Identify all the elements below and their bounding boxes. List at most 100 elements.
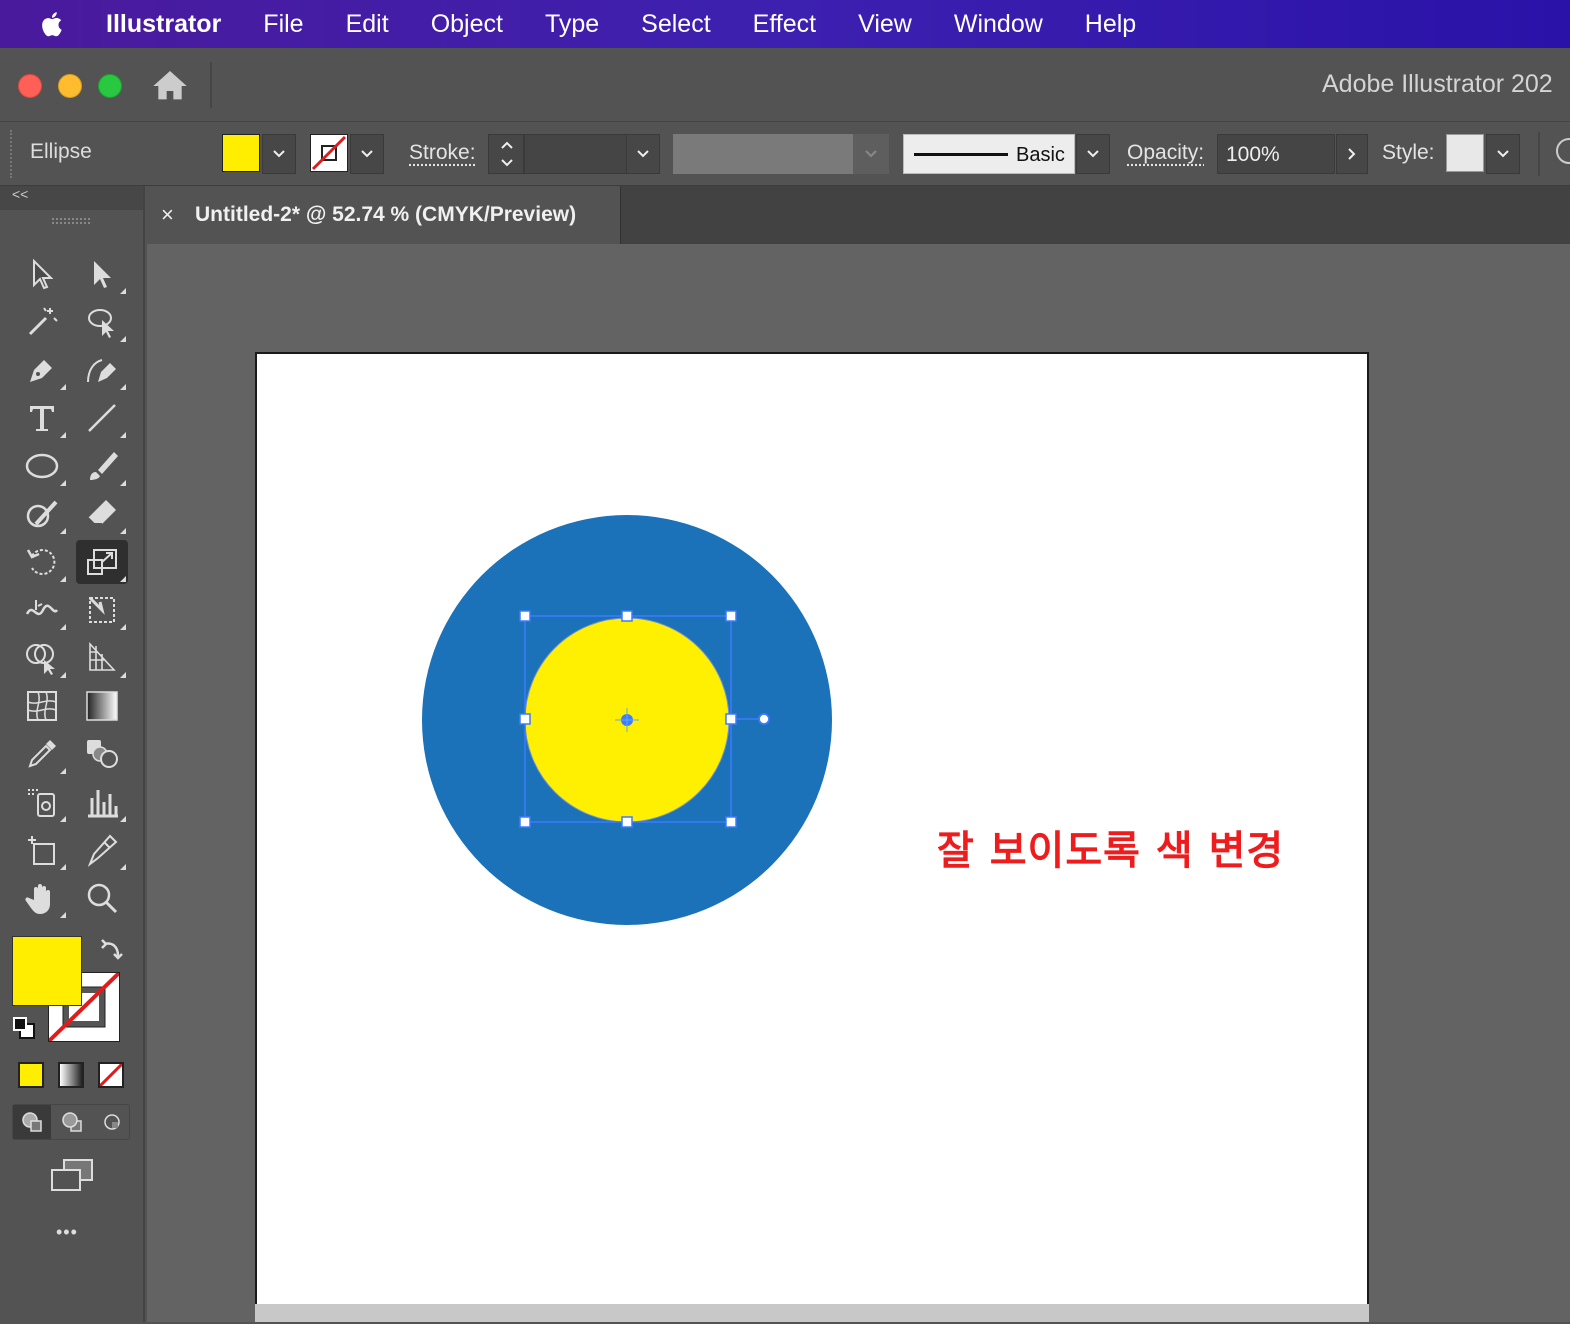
handle-bottom-left[interactable] [520,817,530,827]
hand-tool[interactable] [16,876,68,920]
style-dropdown-button[interactable] [1486,134,1520,174]
width-profile-dropdown[interactable] [853,134,889,174]
collapse-panel-button[interactable]: << [12,186,28,202]
ellipse-tool[interactable] [16,444,68,488]
color-mode-button[interactable] [18,1062,44,1088]
fill-dropdown-button[interactable] [262,134,296,174]
stroke-weight-dropdown[interactable] [626,134,660,174]
graphic-style-swatch[interactable] [1446,134,1484,172]
handle-top-center[interactable] [622,611,632,621]
menu-effect[interactable]: Effect [753,10,816,39]
canvas-area[interactable]: 잘 보이도록 색 변경 [147,244,1570,1322]
menu-edit[interactable]: Edit [346,10,389,39]
scale-tool[interactable] [76,540,128,584]
direct-selection-tool[interactable] [76,252,128,296]
artboard-tool[interactable] [16,828,68,872]
handle-middle-right[interactable] [726,714,736,724]
brush-definition-field[interactable]: Basic [903,134,1075,174]
width-tool-icon [24,592,60,628]
none-mode-button[interactable] [98,1062,124,1088]
brush-dropdown-button[interactable] [1076,134,1110,174]
draw-normal-button[interactable] [13,1105,51,1139]
blend-icon [84,736,120,772]
close-tab-button[interactable]: × [161,202,174,228]
slice-tool[interactable] [76,828,128,872]
pen-tool[interactable] [16,348,68,392]
gradient-mode-button[interactable] [58,1062,84,1088]
menu-object[interactable]: Object [431,10,503,39]
stroke-label[interactable]: Stroke: [409,141,476,165]
tool-group-corner [120,816,126,822]
horizontal-scrollbar[interactable] [255,1304,1369,1322]
mesh-tool[interactable] [16,684,68,728]
magic-wand-tool[interactable] [16,300,68,344]
free-transform-tool[interactable] [76,588,128,632]
perspective-grid-tool[interactable] [76,636,128,680]
draw-inside-button[interactable] [93,1105,129,1139]
tools-panel-header[interactable]: << [0,186,143,210]
tool-group-corner [120,864,126,870]
menu-window[interactable]: Window [954,10,1043,39]
menu-select[interactable]: Select [641,10,710,39]
perspective-grid-icon [84,640,120,676]
menu-help[interactable]: Help [1085,10,1136,39]
swap-fill-stroke-icon[interactable] [100,936,126,962]
home-icon[interactable] [150,66,190,106]
menu-type[interactable]: Type [545,10,599,39]
width-profile-field[interactable] [673,134,853,174]
gradient-tool[interactable] [76,684,128,728]
blend-tool[interactable] [76,732,128,776]
pie-widget-handle[interactable] [759,714,769,724]
apple-icon[interactable] [38,9,68,39]
draw-behind-button[interactable] [53,1105,91,1139]
handle-bottom-center[interactable] [622,817,632,827]
stroke-weight-stepper[interactable] [488,134,524,174]
opacity-input[interactable]: 100% [1217,134,1335,174]
handle-top-right[interactable] [726,611,736,621]
menu-app-name[interactable]: Illustrator [106,10,221,39]
curvature-tool[interactable] [76,348,128,392]
fill-color-box[interactable] [12,936,82,1006]
eyedropper-tool[interactable] [16,732,68,776]
fill-swatch[interactable] [222,134,260,172]
rotate-tool[interactable] [16,540,68,584]
tools-panel-grip[interactable] [52,218,90,224]
minimize-window-button[interactable] [58,74,82,98]
symbol-sprayer-tool[interactable] [16,780,68,824]
artboard[interactable]: 잘 보이도록 색 변경 [255,352,1369,1322]
width-tool[interactable] [16,588,68,632]
column-graph-tool[interactable] [76,780,128,824]
lasso-tool[interactable] [76,300,128,344]
handle-bottom-right[interactable] [726,817,736,827]
stroke-swatch[interactable] [310,134,348,172]
handle-top-left[interactable] [520,611,530,621]
opacity-label[interactable]: Opacity: [1127,141,1204,165]
stroke-weight-input[interactable] [524,134,628,174]
shaper-tool[interactable] [16,492,68,536]
tool-group-corner [60,672,66,678]
edit-toolbar-button[interactable]: ••• [56,1222,78,1243]
handle-middle-left[interactable] [520,714,530,724]
close-window-button[interactable] [18,74,42,98]
line-segment-tool[interactable] [76,396,128,440]
screen-mode-icon[interactable] [50,1158,94,1192]
menu-file[interactable]: File [263,10,303,39]
shape-builder-tool[interactable] [16,636,68,680]
eraser-tool[interactable] [76,492,128,536]
type-tool[interactable] [16,396,68,440]
document-tab[interactable]: × Untitled-2* @ 52.74 % (CMYK/Preview) [147,186,621,244]
recolor-artwork-icon[interactable] [1554,136,1570,166]
paintbrush-tool[interactable] [76,444,128,488]
selection-tool[interactable] [16,252,68,296]
document-tab-title[interactable]: Untitled-2* @ 52.74 % (CMYK/Preview) [195,203,576,227]
zoom-tool[interactable] [76,876,128,920]
opacity-expand-button[interactable] [1336,134,1368,174]
default-fill-stroke-icon[interactable] [12,1016,36,1040]
stroke-dropdown-button[interactable] [350,134,384,174]
tool-group-corner [120,528,126,534]
tool-group-corner [60,384,66,390]
window-title: Adobe Illustrator 202 [1322,70,1553,99]
control-bar-grip[interactable] [10,130,14,178]
menu-view[interactable]: View [858,10,912,39]
zoom-window-button[interactable] [98,74,122,98]
